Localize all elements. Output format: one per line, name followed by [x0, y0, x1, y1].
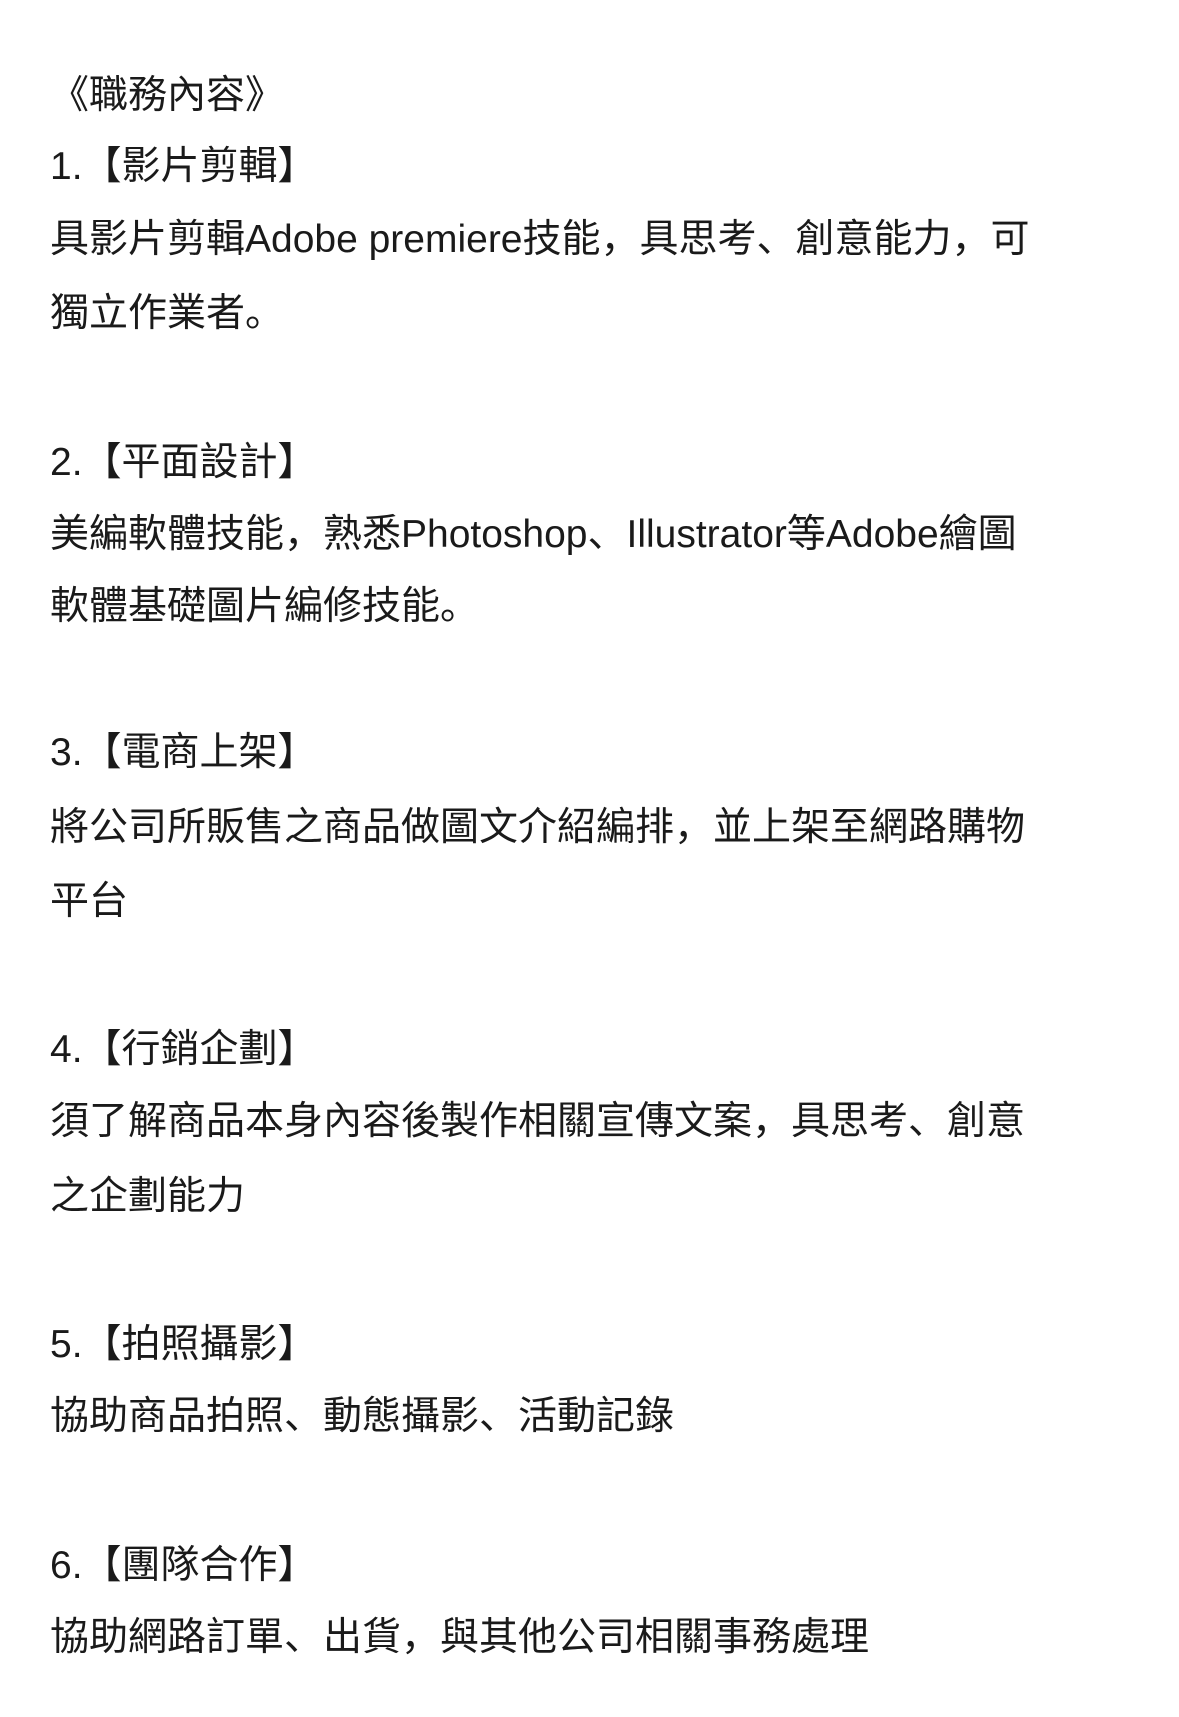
section-text: 具影片剪輯Adobe premiere技能，具思考、創意能力，可	[50, 218, 1030, 261]
section-heading: 3.【電商上架】	[50, 731, 317, 774]
section-text: 須了解商品本身內容後製作相關宣傳文案，具思考、創意	[50, 1100, 1026, 1143]
section-heading: 1.【影片剪輯】	[50, 145, 317, 188]
section-text: 平台	[50, 880, 129, 923]
section-text: 協助商品拍照、動態攝影、活動記錄	[50, 1395, 675, 1438]
section-heading: 6.【團隊合作】	[50, 1544, 317, 1587]
section-text: 之企劃能力	[50, 1175, 246, 1218]
section-heading: 5.【拍照攝影】	[50, 1323, 317, 1366]
section-text: 獨立作業者。	[50, 292, 285, 335]
section-heading: 2.【平面設計】	[50, 441, 317, 484]
section-heading: 4.【行銷企劃】	[50, 1028, 317, 1071]
page-title: 《職務內容》	[50, 74, 285, 117]
section-text: 軟體基礎圖片編修技能。	[50, 585, 480, 628]
section-text: 美編軟體技能，熟悉Photoshop、Illustrator等Adobe繪圖	[50, 513, 1017, 556]
section-text: 將公司所販售之商品做圖文介紹編排，並上架至網路購物	[50, 806, 1026, 849]
section-text: 協助網路訂單、出貨，與其他公司相關事務處理	[50, 1616, 870, 1659]
